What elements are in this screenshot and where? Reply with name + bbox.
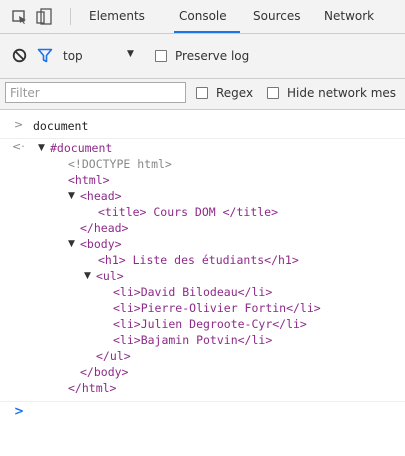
body-close-tag: </body>: [80, 365, 129, 379]
hide-network-checkbox[interactable]: [267, 87, 279, 99]
tab-separator: [70, 8, 71, 25]
head-close-tag: </head>: [80, 221, 129, 235]
clear-console-icon[interactable]: [12, 48, 27, 63]
filter-input[interactable]: [5, 82, 186, 103]
expand-triangle-icon[interactable]: ▼: [68, 239, 75, 249]
expand-triangle-icon[interactable]: ▼: [38, 143, 45, 153]
expand-triangle-icon[interactable]: ▼: [68, 191, 75, 201]
console-prompt-icon[interactable]: >: [14, 404, 24, 418]
inspect-element-icon[interactable]: [12, 10, 28, 24]
console-filter-bar: Regex Hide network mes: [0, 79, 405, 110]
regex-checkbox[interactable]: [196, 87, 208, 99]
result-arrow-icon: <·: [12, 140, 25, 153]
hide-network-label: Hide network mes: [287, 86, 397, 100]
devtools-tab-bar: Elements Console Sources Network: [0, 0, 405, 34]
context-selector[interactable]: top: [63, 49, 83, 63]
ul-open-tag[interactable]: <ul>: [96, 268, 124, 284]
head-open-tag[interactable]: <head>: [80, 188, 122, 204]
context-dropdown-icon[interactable]: ▼: [127, 49, 134, 59]
title-element[interactable]: <title> Cours DOM </title>: [98, 204, 278, 220]
body-open-tag[interactable]: <body>: [80, 236, 122, 252]
doctype-node: <!DOCTYPE html>: [68, 157, 172, 171]
list-item-element[interactable]: <li>Pierre-Olivier Fortin</li>: [113, 300, 321, 316]
list-item-element[interactable]: <li>Bajamin Potvin</li>: [113, 332, 272, 348]
tab-console[interactable]: Console: [179, 9, 227, 23]
tab-network[interactable]: Network: [324, 9, 374, 23]
input-chevron-icon: >: [14, 118, 24, 131]
html-open-tag[interactable]: <html>: [68, 172, 110, 188]
console-input-command: document: [33, 119, 89, 133]
filter-icon[interactable]: [37, 48, 53, 63]
preserve-log-label: Preserve log: [175, 49, 250, 63]
console-output: > document <· ▼ #document <!DOCTYPE html…: [0, 110, 405, 456]
preserve-log-checkbox[interactable]: [155, 50, 167, 62]
tab-sources[interactable]: Sources: [253, 9, 300, 23]
console-divider: [0, 401, 405, 402]
h1-element[interactable]: <h1> Liste des étudiants</h1>: [98, 252, 299, 268]
html-close-tag: </html>: [68, 381, 117, 395]
list-item-element[interactable]: <li>Julien Degroote-Cyr</li>: [113, 316, 307, 332]
console-toolbar: top ▼ Preserve log: [0, 34, 405, 79]
document-node[interactable]: #document: [50, 140, 112, 156]
list-item-element[interactable]: <li>David Bilodeau</li>: [113, 284, 272, 300]
console-divider: [0, 138, 405, 139]
regex-label: Regex: [216, 86, 254, 100]
active-tab-indicator: [174, 31, 240, 33]
ul-close-tag: </ul>: [96, 349, 131, 363]
tab-elements[interactable]: Elements: [89, 9, 145, 23]
device-toolbar-icon[interactable]: [36, 8, 52, 25]
expand-triangle-icon[interactable]: ▼: [84, 271, 91, 281]
